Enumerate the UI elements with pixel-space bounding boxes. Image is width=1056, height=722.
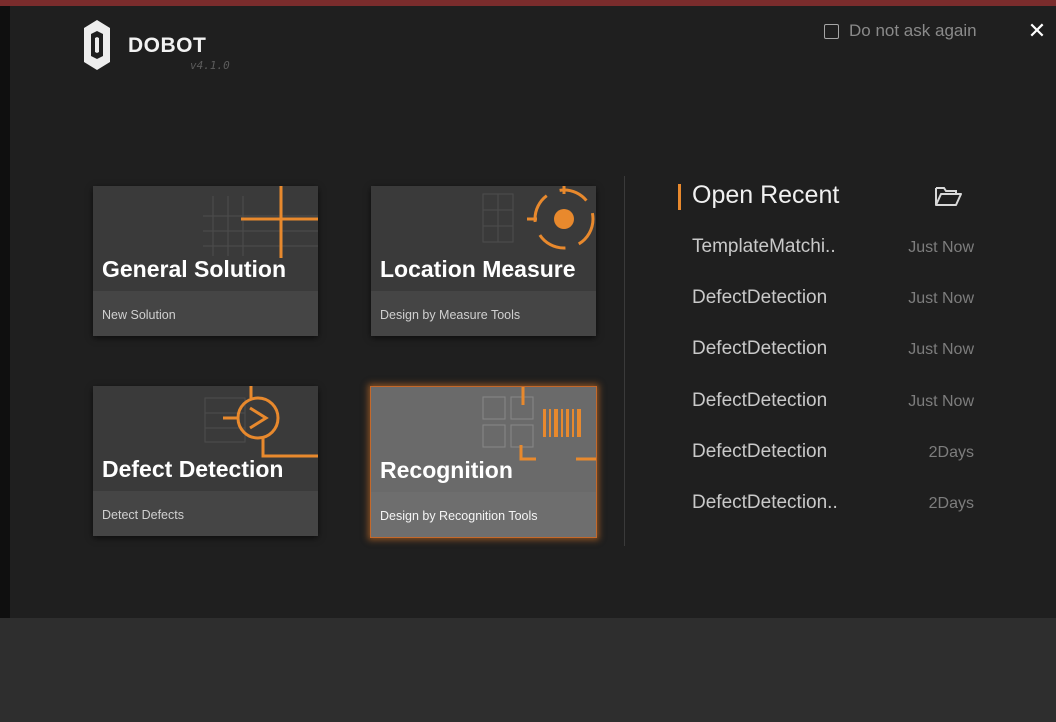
- version-label: v4.1.0: [190, 59, 230, 72]
- location-measure-card[interactable]: Location Measure Design by Measure Tools: [371, 186, 596, 336]
- card-subtitle-bar: Design by Measure Tools: [371, 291, 596, 336]
- open-recent-title: Open Recent: [692, 181, 840, 209]
- close-button[interactable]: ✕: [1026, 18, 1048, 44]
- section-divider: [624, 176, 625, 546]
- bottom-panel: [0, 618, 1056, 722]
- recent-item-time: 2Days: [928, 495, 974, 512]
- recent-item-name: DefectDetection: [692, 287, 828, 308]
- recent-item-name: DefectDetection..: [692, 492, 838, 513]
- card-subtitle-bar: Detect Defects: [93, 491, 318, 536]
- brand-name: DOBOT: [128, 34, 207, 57]
- recent-item-name: DefectDetection: [692, 338, 828, 359]
- card-subtitle: Detect Defects: [102, 508, 184, 522]
- recent-item-time: Just Now: [908, 393, 974, 410]
- recent-item[interactable]: DefectDetection 2Days: [692, 441, 982, 475]
- card-subtitle-bar: New Solution: [93, 291, 318, 336]
- recent-accent-bar: [678, 184, 681, 210]
- recognition-card[interactable]: Recognition Design by Recognition Tools: [370, 386, 597, 538]
- card-subtitle: Design by Recognition Tools: [380, 509, 538, 523]
- recent-item[interactable]: DefectDetection.. 2Days: [692, 492, 982, 526]
- card-subtitle: New Solution: [102, 308, 176, 322]
- dobot-logo-icon: [84, 20, 110, 70]
- recent-item[interactable]: DefectDetection Just Now: [692, 390, 982, 424]
- card-title: Defect Detection: [102, 456, 284, 482]
- recent-item-name: DefectDetection: [692, 441, 828, 462]
- folder-open-icon[interactable]: [934, 184, 962, 208]
- recent-item[interactable]: DefectDetection Just Now: [692, 287, 982, 321]
- card-title: Location Measure: [380, 256, 576, 282]
- checkbox-icon[interactable]: [824, 23, 839, 39]
- recent-item-time: Just Now: [908, 290, 974, 307]
- recent-item-time: Just Now: [908, 239, 974, 256]
- recent-item-time: Just Now: [908, 341, 974, 358]
- card-title: General Solution: [102, 256, 287, 282]
- do-not-ask-label: Do not ask again: [849, 21, 977, 40]
- window-left-edge: [0, 6, 10, 618]
- card-title: Recognition: [380, 457, 513, 483]
- recent-item[interactable]: TemplateMatchi.. Just Now: [692, 236, 982, 270]
- do-not-ask-again-checkbox[interactable]: Do not ask again: [824, 21, 977, 41]
- card-subtitle: Design by Measure Tools: [380, 308, 521, 322]
- defect-detection-card[interactable]: Defect Detection Detect Defects: [93, 386, 318, 536]
- recent-item-name: DefectDetection: [692, 390, 828, 411]
- card-subtitle-bar: Design by Recognition Tools: [371, 492, 596, 537]
- general-solution-card[interactable]: General Solution New Solution: [93, 186, 318, 336]
- recent-item-time: 2Days: [928, 444, 974, 461]
- recent-item[interactable]: DefectDetection Just Now: [692, 338, 982, 372]
- recent-item-name: TemplateMatchi..: [692, 236, 836, 257]
